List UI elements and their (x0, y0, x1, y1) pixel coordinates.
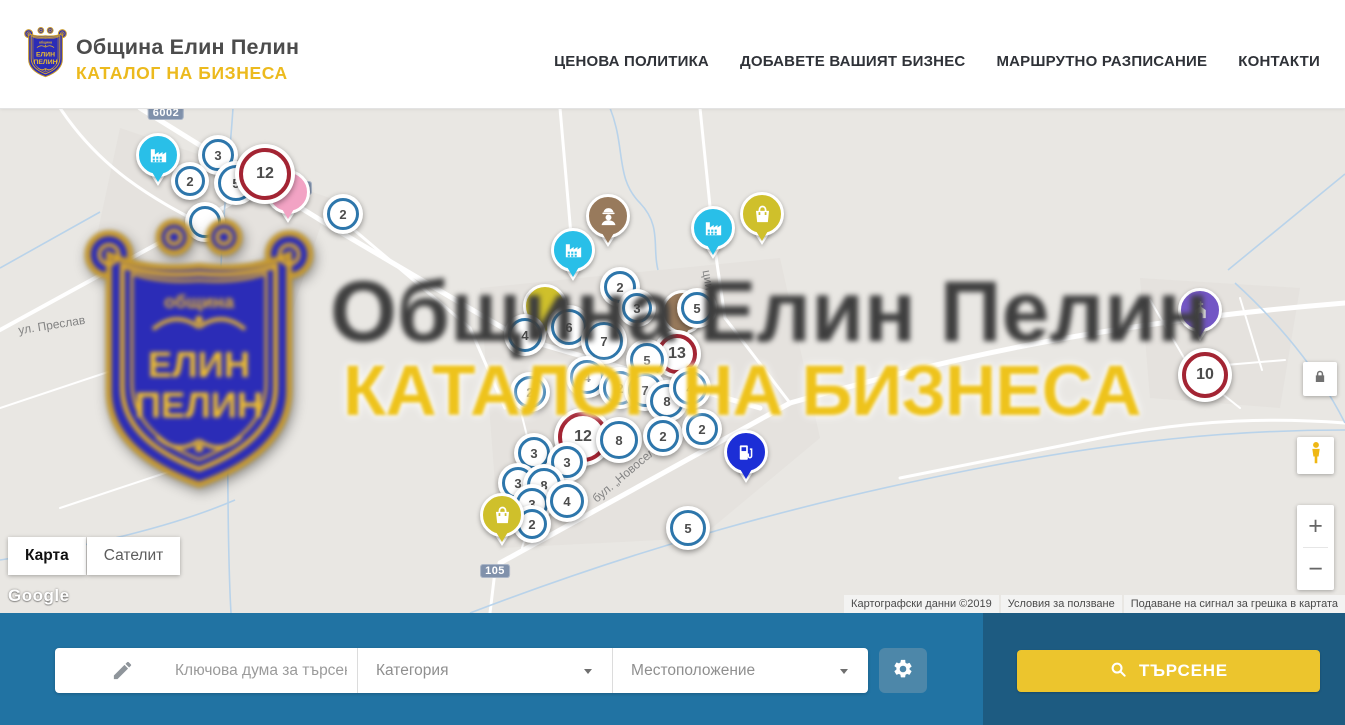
map-attribution: Картографски данни ©2019Условия за ползв… (844, 595, 1345, 613)
header: община ЕЛИН ПЕЛИН Община Елин Пелин КАТА… (0, 0, 1345, 109)
svg-text:община: община (39, 41, 52, 45)
nav-item[interactable]: МАРШРУТНО РАЗПИСАНИЕ (996, 53, 1207, 70)
nav-item[interactable]: КОНТАКТИ (1238, 53, 1320, 70)
nav-item[interactable]: ДОБАВЕТЕ ВАШИЯТ БИЗНЕС (740, 53, 965, 70)
road-label: 105 (480, 564, 510, 578)
road-label: 6002 (148, 108, 184, 120)
keyword-input[interactable] (55, 648, 357, 693)
map-canvas[interactable]: 6002105 ул. Преславбул. „Новоселции 3251… (0, 108, 1345, 613)
cluster-marker[interactable]: 2 (643, 416, 683, 456)
factory-icon (562, 239, 585, 262)
chevron-down-icon (584, 669, 592, 674)
chevron-down-icon (840, 669, 848, 674)
svg-text:ПЕЛИН: ПЕЛИН (34, 59, 58, 66)
factory-pin[interactable] (136, 133, 180, 177)
search-fields: Категория Местоположение (55, 648, 868, 693)
bag-icon (751, 203, 774, 226)
church-icon (1189, 299, 1212, 322)
svg-text:ЕЛИН: ЕЛИН (36, 52, 55, 59)
map-type-button[interactable]: Сателит (87, 537, 180, 575)
location-select[interactable]: Местоположение (612, 648, 868, 693)
cluster-marker[interactable]: 5 (677, 288, 717, 328)
bag-icon (491, 504, 514, 527)
pegman-icon (1303, 440, 1329, 471)
factory-icon (147, 144, 170, 167)
main-nav: ЦЕНОВА ПОЛИТИКА ДОБАВЕТЕ ВАШИЯТ БИЗНЕС МАР… (554, 0, 1320, 108)
attribution-link[interactable]: Условия за ползване (1001, 595, 1122, 613)
municipality-crest-logo[interactable]: община ЕЛИН ПЕЛИН (24, 25, 67, 81)
attribution-link[interactable]: Подаване на сигнал за грешка в картата (1124, 595, 1345, 613)
location-select-label: Местоположение (613, 662, 755, 680)
keyword-field (55, 648, 357, 693)
church-pin[interactable] (1178, 288, 1222, 332)
fuel-pin[interactable] (724, 430, 768, 474)
shopping-pin[interactable] (480, 493, 524, 537)
shopping-pin[interactable] (740, 192, 784, 236)
category-select-label: Категория (358, 662, 448, 680)
site-subtitle: КАТАЛОГ НА БИЗНЕСА (76, 63, 299, 84)
lock-button[interactable] (1303, 362, 1337, 396)
cluster-marker[interactable]: 8 (596, 417, 642, 463)
cluster-marker[interactable]: 4 (504, 314, 546, 356)
worker-icon (597, 205, 620, 228)
factory-pin[interactable] (691, 206, 735, 250)
factory-icon (702, 217, 725, 240)
fuel-icon (735, 441, 758, 464)
worker-pin[interactable] (586, 194, 630, 238)
zoom-out-button[interactable]: − (1297, 548, 1334, 590)
map-type-control: КартаСателит (8, 537, 181, 575)
cluster-marker[interactable]: 10 (1178, 348, 1232, 402)
site-title-block: Община Елин Пелин КАТАЛОГ НА БИЗНЕСА (76, 35, 299, 84)
map-type-button[interactable]: Карта (8, 537, 86, 575)
nav-item[interactable]: ЦЕНОВА ПОЛИТИКА (554, 53, 709, 70)
cluster-marker[interactable]: 2 (510, 372, 550, 412)
search-button-label: ТЪРСЕНЕ (1139, 661, 1228, 681)
search-button[interactable]: ТЪРСЕНЕ (1017, 650, 1320, 692)
gear-icon (892, 658, 914, 683)
google-logo[interactable]: Google (8, 586, 70, 606)
attribution-text: Картографски данни ©2019 (844, 595, 999, 613)
search-bar: Категория Местоположение ТЪРСЕНЕ (0, 613, 1345, 725)
cluster-marker[interactable]: 4 (669, 367, 711, 409)
cluster-marker[interactable]: 3 (618, 289, 656, 327)
cluster-marker[interactable]: 4 (546, 480, 588, 522)
zoom-in-button[interactable]: + (1297, 505, 1334, 547)
zoom-control: + − (1297, 505, 1334, 590)
search-icon (1109, 660, 1128, 682)
site-title: Община Елин Пелин (76, 35, 299, 60)
cluster-marker[interactable]: 12 (235, 144, 295, 204)
cluster-marker[interactable] (185, 202, 225, 242)
cluster-marker[interactable]: 2 (323, 194, 363, 234)
lock-icon (1310, 367, 1330, 392)
cluster-marker[interactable]: 2 (682, 409, 722, 449)
category-select[interactable]: Категория (357, 648, 612, 693)
cluster-marker[interactable]: 5 (666, 506, 710, 550)
page: община ЕЛИН ПЕЛИН Община Елин Пелин КАТА… (0, 0, 1345, 725)
pegman-button[interactable] (1297, 437, 1334, 474)
settings-button[interactable] (879, 648, 927, 693)
